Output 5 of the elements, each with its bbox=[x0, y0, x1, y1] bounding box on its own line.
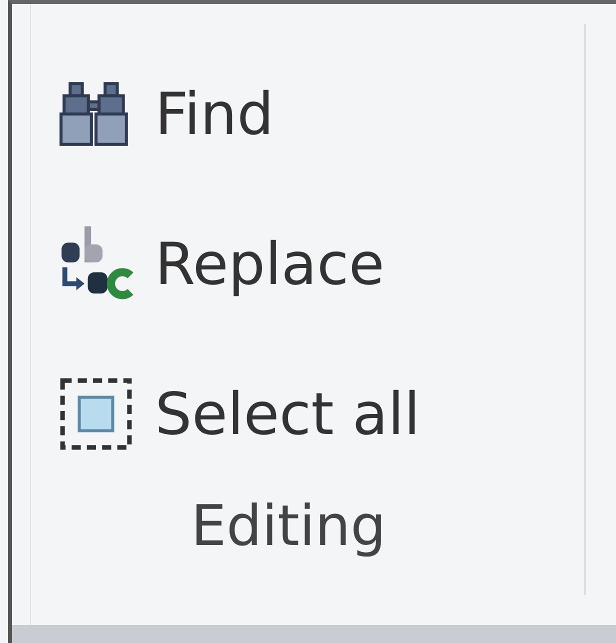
group-label: Editing bbox=[191, 494, 388, 559]
select-all-icon bbox=[58, 376, 134, 452]
ribbon-button[interactable]: Replace bbox=[51, 204, 584, 324]
ribbon-button[interactable]: Find bbox=[51, 54, 584, 174]
ribbon-button[interactable]: Select all bbox=[51, 354, 584, 474]
